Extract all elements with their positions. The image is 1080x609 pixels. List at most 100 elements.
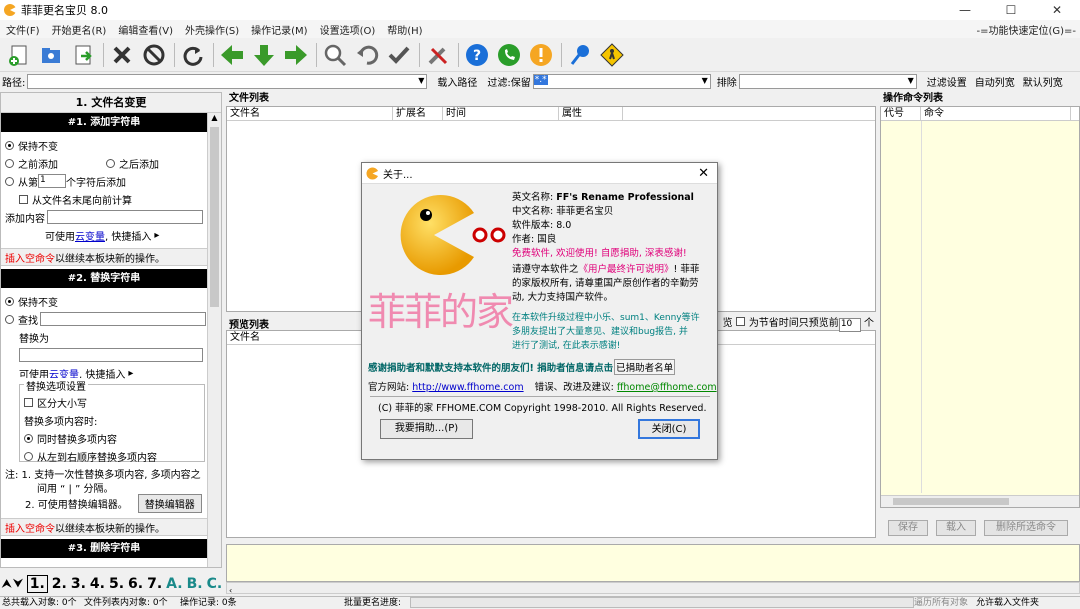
preview-limit-checkbox[interactable] bbox=[735, 317, 745, 326]
import-icon[interactable] bbox=[68, 40, 98, 70]
email-link[interactable]: ffhome@ffhome.com bbox=[617, 382, 717, 393]
add-folder-icon[interactable] bbox=[36, 40, 66, 70]
cloud-var-link[interactable]: 云变量 bbox=[75, 228, 105, 243]
app-logo-icon bbox=[4, 4, 16, 16]
status-filelist: 文件列表内对象: 0个 bbox=[84, 598, 168, 608]
collapse-up-icon[interactable]: ⮝ bbox=[2, 577, 11, 591]
tab-7[interactable]: 7. bbox=[147, 576, 162, 592]
donate-button[interactable]: 我要捐助...(P) bbox=[380, 419, 473, 439]
insert-empty-link-2[interactable]: 插入空命令 bbox=[5, 520, 55, 535]
log-hscroll[interactable]: ‹ bbox=[226, 582, 1080, 595]
tab-1[interactable]: 1. bbox=[26, 575, 48, 593]
tab-c[interactable]: C. bbox=[207, 576, 223, 592]
seq-radio[interactable] bbox=[24, 451, 33, 461]
donor-list-button[interactable]: 已捐助者名单 bbox=[614, 359, 676, 375]
replace-editor-button[interactable]: 替换编辑器 bbox=[137, 493, 202, 513]
ops-delete-button[interactable]: 删除所选命令 bbox=[984, 520, 1068, 536]
arrow-right-icon[interactable] bbox=[281, 40, 311, 70]
maximize-button[interactable]: ☐ bbox=[988, 0, 1034, 20]
find-radio[interactable] bbox=[5, 314, 14, 324]
replace-options-legend: 替换选项设置 bbox=[24, 378, 88, 393]
filter-value: *.* bbox=[533, 74, 548, 85]
tools-icon[interactable] bbox=[423, 40, 453, 70]
play-right-icon-2[interactable]: ▸ bbox=[128, 368, 133, 379]
author-label: 作者: bbox=[512, 234, 535, 245]
traverse-all-toggle[interactable]: 逼历所有对象 bbox=[914, 597, 976, 608]
col-filename[interactable]: 文件名 bbox=[227, 107, 393, 120]
from-end-checkbox[interactable] bbox=[19, 194, 28, 204]
tab-a[interactable]: A. bbox=[166, 576, 182, 592]
ops-col-command[interactable]: 命令 bbox=[921, 107, 1071, 120]
menu-help[interactable]: 帮助(H) bbox=[381, 22, 428, 37]
from-n-spinner[interactable]: 1 bbox=[38, 174, 66, 188]
check-icon[interactable] bbox=[384, 40, 414, 70]
refresh-icon[interactable] bbox=[178, 40, 208, 70]
col-ext[interactable]: 扩展名 bbox=[393, 107, 443, 120]
insert-empty-link[interactable]: 插入空命令 bbox=[5, 250, 55, 265]
replace-input[interactable] bbox=[19, 348, 203, 362]
col-time[interactable]: 时间 bbox=[443, 107, 559, 120]
minimize-button[interactable]: — bbox=[942, 0, 988, 20]
ops-title: 操作命令列表 bbox=[880, 92, 1080, 106]
exclude-combo[interactable] bbox=[738, 73, 917, 89]
ops-load-button[interactable]: 载入 bbox=[936, 520, 976, 536]
keep-radio[interactable] bbox=[5, 140, 14, 150]
collapse-down-icon[interactable]: ⮟ bbox=[13, 577, 22, 591]
undo-icon[interactable] bbox=[352, 40, 382, 70]
default-width-button[interactable]: 默认列宽 bbox=[1019, 74, 1067, 89]
ops-col-code[interactable]: 代号 bbox=[881, 107, 921, 120]
ops-save-button[interactable]: 保存 bbox=[888, 520, 928, 536]
simul-radio[interactable] bbox=[24, 433, 33, 443]
find-input[interactable] bbox=[40, 312, 206, 326]
from-n-radio[interactable] bbox=[5, 176, 14, 186]
menu-edit[interactable]: 编辑查看(V) bbox=[112, 22, 179, 37]
tab-3[interactable]: 3. bbox=[71, 576, 86, 592]
col-attr[interactable]: 属性 bbox=[559, 107, 623, 120]
search-icon[interactable] bbox=[320, 40, 350, 70]
replace-as-label: 替换为 bbox=[19, 333, 49, 345]
menu-settings[interactable]: 设置选项(O) bbox=[314, 22, 382, 37]
delete-icon[interactable] bbox=[107, 40, 137, 70]
filter-settings-button[interactable]: 过滤设置 bbox=[923, 74, 971, 89]
tab-5[interactable]: 5. bbox=[109, 576, 124, 592]
tab-6[interactable]: 6. bbox=[128, 576, 143, 592]
tab-b[interactable]: B. bbox=[187, 576, 203, 592]
phone-icon[interactable] bbox=[494, 40, 524, 70]
help-icon[interactable]: ? bbox=[462, 40, 492, 70]
case-checkbox[interactable] bbox=[24, 397, 33, 407]
arrow-left-icon[interactable] bbox=[217, 40, 247, 70]
left-scrollbar[interactable]: ▲ bbox=[207, 113, 221, 567]
menu-file[interactable]: 文件(F) bbox=[0, 22, 46, 37]
ops-hscroll[interactable] bbox=[881, 495, 1079, 507]
keep2-radio[interactable] bbox=[5, 296, 14, 306]
menu-rename[interactable]: 开始更名(R) bbox=[46, 22, 113, 37]
menu-shell[interactable]: 外壳操作(S) bbox=[179, 22, 245, 37]
close-window-button[interactable]: ✕ bbox=[1034, 0, 1080, 20]
add-file-icon[interactable] bbox=[4, 40, 34, 70]
quick-insert-label[interactable]: , 快捷插入 bbox=[105, 228, 151, 243]
auto-width-button[interactable]: 自动列宽 bbox=[971, 74, 1019, 89]
preview-count-input[interactable]: 10 bbox=[838, 318, 861, 332]
menu-history[interactable]: 操作记录(M) bbox=[245, 22, 313, 37]
import-path-button[interactable]: 载入路径 bbox=[433, 74, 481, 89]
site-link[interactable]: http://www.ffhome.com bbox=[412, 382, 523, 393]
arrow-down-icon[interactable] bbox=[249, 40, 279, 70]
quick-locate-combo[interactable]: -=功能快速定位(G)=- bbox=[976, 22, 1076, 37]
license-link[interactable]: 《用户最终许可说明》 bbox=[579, 264, 674, 275]
path-combo[interactable] bbox=[27, 73, 428, 89]
pin-icon[interactable] bbox=[565, 40, 595, 70]
add-content-input[interactable] bbox=[47, 210, 203, 224]
toolbar: ? bbox=[0, 38, 1080, 72]
filter-combo[interactable]: *.* bbox=[532, 73, 711, 89]
stop-icon[interactable] bbox=[139, 40, 169, 70]
allow-folders-toggle[interactable]: 允许载入文件夹 bbox=[976, 597, 1050, 608]
tab-4[interactable]: 4. bbox=[90, 576, 105, 592]
info-icon[interactable] bbox=[526, 40, 556, 70]
play-right-icon[interactable]: ▸ bbox=[154, 230, 159, 241]
dialog-close-icon[interactable]: ✕ bbox=[698, 166, 709, 181]
before-radio[interactable] bbox=[5, 158, 14, 168]
tab-2[interactable]: 2. bbox=[52, 576, 67, 592]
sign-icon[interactable] bbox=[597, 40, 627, 70]
dialog-close-button[interactable]: 关闭(C) bbox=[638, 419, 700, 439]
after-radio[interactable] bbox=[106, 158, 115, 168]
